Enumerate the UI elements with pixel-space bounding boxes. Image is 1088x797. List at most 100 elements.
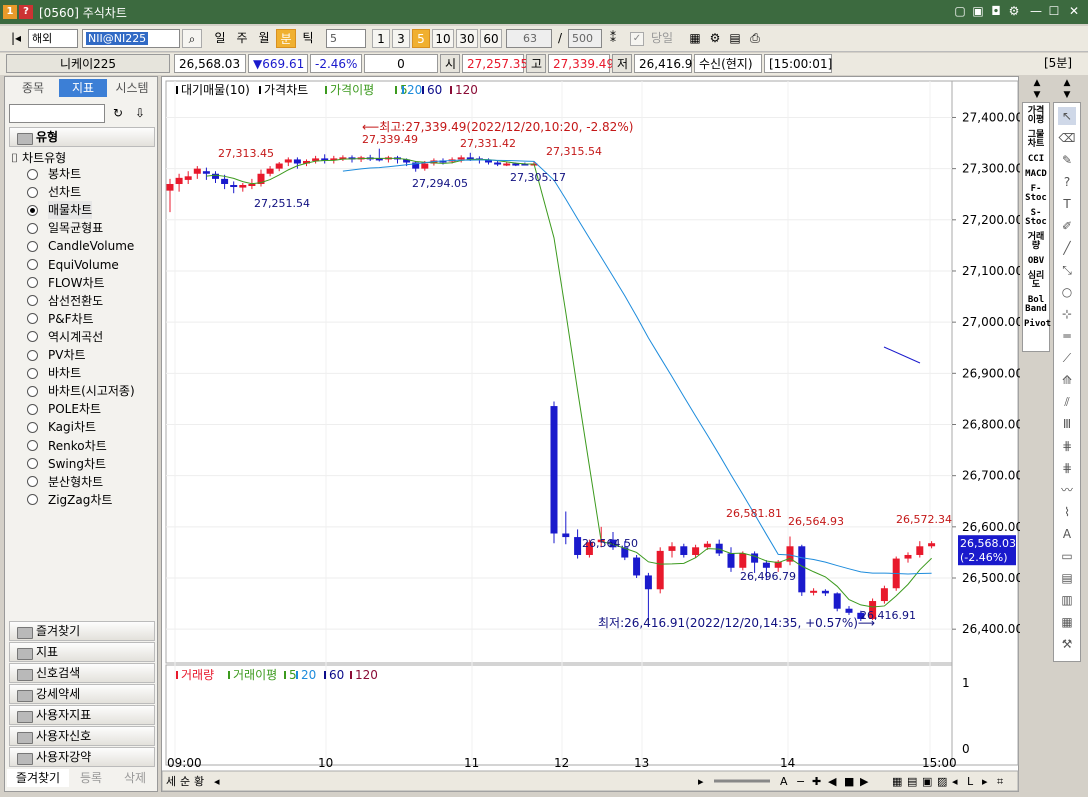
radio-button[interactable] [27, 277, 38, 289]
delete-all-icon[interactable]: ✎ [1058, 151, 1076, 169]
close-icon[interactable]: ✕ [1066, 3, 1082, 19]
chart-type-17[interactable]: 분산형차트 [27, 473, 103, 491]
radio-button[interactable] [27, 421, 38, 433]
new-window-icon[interactable]: ▢ [952, 3, 968, 19]
chart-type-15[interactable]: Renko차트 [27, 437, 107, 455]
settings-icon[interactable]: ⚙ [1006, 3, 1022, 19]
chart-type-12[interactable]: 바차트(시고저종) [27, 382, 135, 400]
count-input[interactable]: 63 [506, 29, 552, 48]
save-icon[interactable]: ▤ [726, 29, 744, 48]
symbol-input[interactable]: NII@NI225 [82, 29, 180, 48]
camera-icon[interactable]: ◘ [988, 3, 1004, 19]
period-week[interactable]: 주 [232, 29, 252, 48]
auto-icon[interactable]: A [1058, 525, 1076, 543]
market-select[interactable]: 해외 [28, 29, 78, 48]
chart-type-2[interactable]: 매물차트 [27, 201, 93, 220]
folder-6[interactable]: 사용자강약 [9, 747, 155, 767]
text-icon[interactable]: T [1058, 195, 1076, 213]
radio-button[interactable] [27, 295, 38, 307]
grid-icon[interactable]: ⋕ [1058, 459, 1076, 477]
radio-button[interactable] [27, 259, 38, 270]
elliott-icon[interactable]: ⌇ [1058, 503, 1076, 521]
indicator-btn-3[interactable]: MACD [1024, 170, 1048, 179]
radio-button[interactable] [27, 494, 38, 506]
wave-icon[interactable]: 〰 [1058, 481, 1076, 499]
period-month[interactable]: 월 [254, 29, 274, 48]
download-icon[interactable]: ⇩ [131, 104, 149, 123]
chart-type-16[interactable]: Swing차트 [27, 455, 106, 473]
first-icon[interactable]: |◂ [6, 29, 26, 48]
cross-icon[interactable]: ⊹ [1058, 305, 1076, 323]
trend-line-icon[interactable]: ⟋ [1058, 349, 1076, 367]
chart-type-9[interactable]: 역시계곡선 [27, 328, 103, 346]
help-icon[interactable]: ? [19, 5, 33, 19]
radio-button[interactable] [27, 440, 38, 451]
ray-icon[interactable]: ⤡ [1058, 261, 1076, 279]
chart-type-8[interactable]: P&F차트 [27, 310, 94, 328]
indicator-btn-8[interactable]: 심리도 [1024, 272, 1048, 290]
ind-scroll-up-icon[interactable]: ▲ [1028, 78, 1046, 88]
gear-icon[interactable]: ⚙ [706, 29, 724, 48]
radio-button[interactable] [27, 240, 38, 252]
radio-button[interactable] [27, 186, 38, 198]
folder-1[interactable]: 지표 [9, 642, 155, 662]
channel-icon[interactable]: ⫽ [1058, 393, 1076, 411]
document-icon[interactable]: ▤ [1058, 569, 1076, 587]
save-layout-icon[interactable]: ▣ [970, 3, 986, 19]
gann-icon[interactable]: ⋕ [1058, 437, 1076, 455]
indicator-btn-0[interactable]: 가격이평 [1024, 107, 1048, 125]
chart-type-6[interactable]: FLOW차트 [27, 274, 105, 292]
help-icon-2[interactable]: ? [1058, 173, 1076, 191]
chart-type-11[interactable]: 바차트 [27, 364, 81, 382]
indicator-btn-2[interactable]: CCI [1024, 155, 1048, 164]
radio-button[interactable] [27, 403, 38, 415]
ind-scroll-down-icon[interactable]: ▼ [1028, 90, 1046, 100]
interval-10[interactable]: 10 [432, 29, 454, 48]
indicator-btn-1[interactable]: 그물차트 [1024, 131, 1048, 149]
interval-3[interactable]: 3 [392, 29, 410, 48]
fibonacci-icon[interactable]: Ⅲ [1058, 415, 1076, 433]
interval-60[interactable]: 60 [480, 29, 502, 48]
fan-icon[interactable]: ⟰ [1058, 371, 1076, 389]
indicator-btn-6[interactable]: 거래량 [1024, 233, 1048, 251]
indicator-search-input[interactable] [9, 104, 105, 123]
period-tick[interactable]: 틱 [298, 29, 318, 48]
radio-button[interactable] [27, 204, 38, 216]
chart-type-18[interactable]: ZigZag차트 [27, 491, 112, 509]
interval-5[interactable]: 5 [412, 29, 430, 48]
folder-5[interactable]: 사용자신호 [9, 726, 155, 746]
wrench-icon[interactable]: ⚒ [1058, 635, 1076, 653]
folder-2[interactable]: 신호검색 [9, 663, 155, 683]
chart-type-3[interactable]: 일목균형표 [27, 219, 103, 237]
folder-4[interactable]: 사용자지표 [9, 705, 155, 725]
chart-type-13[interactable]: POLE차트 [27, 400, 101, 418]
tab-favorites[interactable]: 즐겨찾기 [7, 769, 69, 787]
radio-button[interactable] [27, 367, 38, 379]
folder-0[interactable]: 즐겨찾기 [9, 621, 155, 641]
chart-layout-icon[interactable]: ▦ [686, 29, 704, 48]
window-icon[interactable]: ▭ [1058, 547, 1076, 565]
brush-icon[interactable]: ✐ [1058, 217, 1076, 235]
horizontal-line-icon[interactable]: ═ [1058, 327, 1076, 345]
refresh-icon[interactable]: ↻ [109, 104, 127, 123]
chart-type-1[interactable]: 선차트 [27, 183, 81, 201]
radio-button[interactable] [27, 458, 38, 470]
tab-symbol[interactable]: 종목 [7, 79, 59, 97]
scroll-down-icon[interactable]: ▼ [1058, 90, 1076, 100]
circle-icon[interactable]: ○ [1058, 283, 1076, 301]
tab-system[interactable]: 시스템 [107, 79, 157, 97]
radio-button[interactable] [27, 313, 38, 325]
indicator-btn-4[interactable]: F-Stoc [1024, 185, 1048, 203]
table-icon[interactable]: ▦ [1058, 613, 1076, 631]
period-minute[interactable]: 분 [276, 29, 296, 48]
indicator-btn-5[interactable]: S-Stoc [1024, 209, 1048, 227]
indicator-btn-9[interactable]: Bol Band [1024, 296, 1048, 314]
count-max-input[interactable]: 500 [568, 29, 602, 48]
chart-type-4[interactable]: CandleVolume [27, 237, 134, 255]
chart-svg[interactable]: 27,400.00 27,300.00 27,200.00 27,100.00 27,0… [161, 77, 1023, 793]
cursor-icon[interactable]: ↖ [1058, 107, 1076, 125]
search-icon[interactable]: ⌕ [182, 29, 202, 48]
chart-area[interactable]: 27,400.00 27,300.00 27,200.00 27,100.00 27,0… [161, 76, 1023, 793]
indicator-btn-7[interactable]: OBV [1024, 257, 1048, 266]
print-icon[interactable]: ⎙ [746, 29, 764, 48]
